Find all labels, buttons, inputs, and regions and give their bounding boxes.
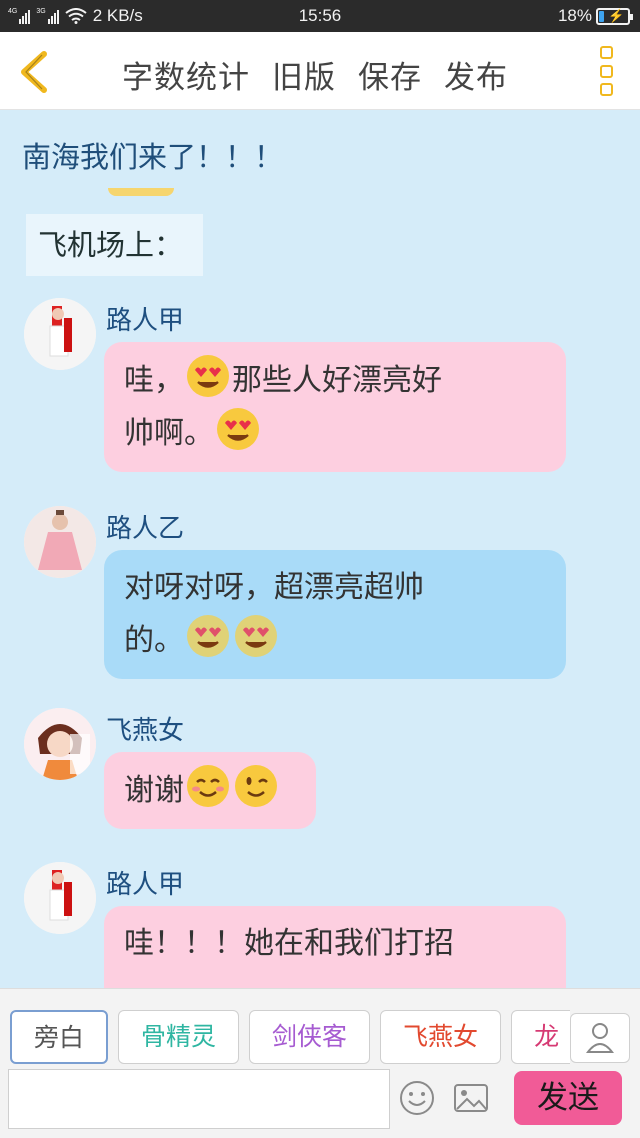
role-narrator[interactable]: 旁白 xyxy=(10,1010,109,1064)
smiling-emoji-icon xyxy=(187,765,229,807)
save-button[interactable]: 保存 xyxy=(358,52,422,97)
story-content[interactable]: 南海我们来了！！！ 飞机场上： 路人甲 哇， 那些人好漂亮好 帅啊。 路人乙 对… xyxy=(0,110,640,988)
message-bubble[interactable]: 对呀对呀，超漂亮超帅 的。 xyxy=(104,550,566,679)
message-bubble[interactable]: 谢谢 xyxy=(104,752,316,829)
avatar[interactable] xyxy=(24,862,96,934)
winking-emoji-icon xyxy=(235,765,277,807)
message-bubble[interactable]: 哇！！！她在和我们打招 xyxy=(104,906,566,988)
heart-eyes-emoji-icon xyxy=(187,615,229,657)
heart-eyes-emoji-icon xyxy=(187,355,229,397)
speaker-name: 飞燕女 xyxy=(106,716,185,746)
avatar-girl-red-icon xyxy=(24,298,96,370)
avatar[interactable] xyxy=(24,506,96,578)
manage-roles-button[interactable] xyxy=(570,1013,630,1063)
old-version-button[interactable]: 旧版 xyxy=(272,52,336,97)
role-feiyannv[interactable]: 飞燕女 xyxy=(380,1010,502,1064)
avatar[interactable] xyxy=(24,708,96,780)
message-input[interactable] xyxy=(8,1069,390,1129)
role-jianxiake[interactable]: 剑侠客 xyxy=(249,1010,371,1064)
editor-header: 字数统计 旧版 保存 发布 xyxy=(0,32,640,110)
speaker-name: 路人乙 xyxy=(106,514,185,544)
avatar-girl-pink-dress-icon xyxy=(24,506,96,578)
clock: 15:56 xyxy=(298,6,342,25)
battery-icon: ⚡ xyxy=(596,7,633,25)
heart-eyes-emoji-icon xyxy=(235,615,277,657)
role-gujingling[interactable]: 骨精灵 xyxy=(118,1010,240,1064)
speaker-name: 路人甲 xyxy=(106,870,185,900)
back-chevron-icon[interactable] xyxy=(16,50,52,94)
send-button[interactable]: 发送 xyxy=(514,1071,622,1125)
publish-button[interactable]: 发布 xyxy=(444,52,508,97)
avatar-girl-red-icon xyxy=(24,862,96,934)
message-bubble[interactable]: 哇， 那些人好漂亮好 帅啊。 xyxy=(104,342,566,472)
avatar[interactable] xyxy=(24,298,96,370)
image-icon[interactable] xyxy=(452,1079,490,1117)
heart-eyes-emoji-icon xyxy=(217,408,259,450)
narration-block[interactable]: 飞机场上： xyxy=(26,214,204,276)
status-bar: 4G 3G 2 KB/s 15:56 18% ⚡ xyxy=(0,0,640,32)
person-icon xyxy=(585,1023,615,1053)
battery-percent: 18% xyxy=(557,6,592,25)
story-title[interactable]: 南海我们来了！！！ xyxy=(22,134,283,176)
title-underline xyxy=(108,188,174,196)
header-actions: 字数统计 旧版 保存 发布 xyxy=(122,52,508,97)
role-long[interactable]: 龙 xyxy=(511,1010,570,1064)
avatar-cartoon-girl-icon xyxy=(24,708,96,780)
speaker-name: 路人甲 xyxy=(106,306,185,336)
role-selector: 旁白 骨精灵 剑侠客 飞燕女 龙 xyxy=(10,1010,570,1066)
more-options-icon[interactable] xyxy=(600,46,614,96)
composer-bar: 旁白 骨精灵 剑侠客 飞燕女 龙 发送 xyxy=(0,988,640,1138)
word-count-button[interactable]: 字数统计 xyxy=(122,52,250,97)
emoji-icon[interactable] xyxy=(398,1079,436,1117)
